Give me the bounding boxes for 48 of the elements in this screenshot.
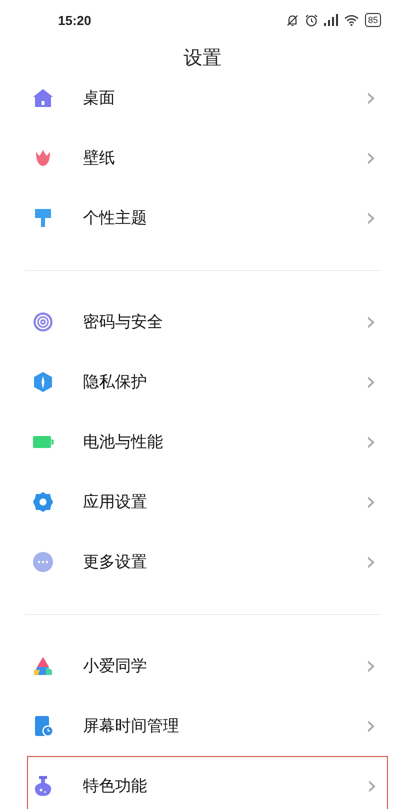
status-time: 15:20 bbox=[58, 12, 92, 28]
bell-off-icon bbox=[286, 14, 299, 26]
item-label: 更多设置 bbox=[83, 552, 148, 572]
settings-item[interactable]: 电池与性能 › bbox=[0, 412, 405, 472]
chevron-icon: › bbox=[366, 309, 376, 335]
signal-icon bbox=[324, 14, 338, 26]
settings-item[interactable]: 密码与安全 › bbox=[0, 292, 405, 352]
chevron-icon: › bbox=[366, 713, 376, 739]
settings-item[interactable]: 桌面 › bbox=[0, 68, 405, 128]
flask-icon bbox=[32, 775, 54, 797]
triangle-logo-icon bbox=[32, 655, 54, 677]
item-label: 隐私保护 bbox=[83, 372, 148, 392]
alarm-icon bbox=[304, 14, 318, 26]
item-label: 个性主题 bbox=[83, 208, 148, 228]
clock-phone-icon bbox=[32, 715, 54, 737]
settings-item[interactable]: 特色功能 › bbox=[27, 756, 388, 809]
settings-item[interactable]: 屏幕时间管理 › bbox=[0, 696, 405, 756]
settings-item[interactable]: 壁纸 › bbox=[0, 128, 405, 188]
item-label: 电池与性能 bbox=[83, 432, 164, 452]
battery-indicator: 85 bbox=[364, 13, 381, 27]
chevron-icon: › bbox=[366, 653, 376, 679]
more-icon bbox=[32, 551, 54, 573]
item-label: 屏幕时间管理 bbox=[83, 716, 180, 736]
shield-icon bbox=[32, 371, 54, 393]
wifi-icon bbox=[344, 14, 359, 26]
page-title: 设置 bbox=[182, 46, 222, 68]
paint-brush-icon bbox=[32, 207, 54, 229]
chevron-icon: › bbox=[366, 549, 376, 575]
item-label: 小爱同学 bbox=[83, 656, 148, 676]
settings-item[interactable]: 应用设置 › bbox=[0, 472, 405, 532]
chevron-icon: › bbox=[366, 85, 376, 111]
chevron-icon: › bbox=[366, 429, 376, 455]
settings-item[interactable]: 个性主题 › bbox=[0, 188, 405, 248]
chevron-icon: › bbox=[366, 145, 376, 171]
item-label: 壁纸 bbox=[83, 148, 116, 168]
settings-item[interactable]: 隐私保护 › bbox=[0, 352, 405, 412]
chevron-icon: › bbox=[366, 205, 376, 231]
settings-icon bbox=[32, 491, 54, 513]
chevron-icon: › bbox=[366, 369, 376, 395]
settings-item[interactable]: 小爱同学 › bbox=[0, 636, 405, 696]
chevron-icon: › bbox=[366, 773, 377, 799]
item-label: 应用设置 bbox=[83, 492, 148, 512]
item-label: 密码与安全 bbox=[83, 312, 164, 332]
item-label: 特色功能 bbox=[83, 776, 148, 796]
house-icon bbox=[32, 87, 54, 109]
item-label: 桌面 bbox=[83, 88, 116, 108]
chevron-icon: › bbox=[366, 489, 376, 515]
settings-item[interactable]: 更多设置 › bbox=[0, 532, 405, 592]
